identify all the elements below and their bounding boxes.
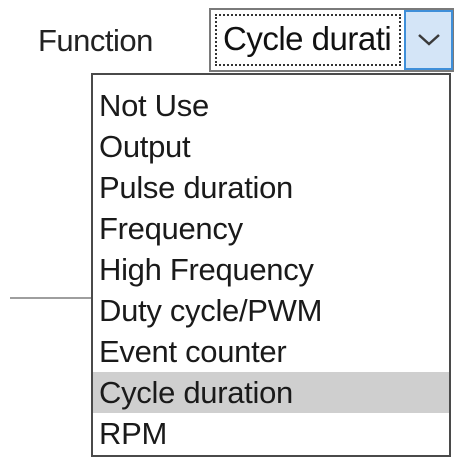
dropdown-item-duty-cycle-pwm[interactable]: Duty cycle/PWM — [93, 290, 449, 331]
function-combobox[interactable]: Cycle durati — [209, 8, 454, 72]
function-dropdown-list: Not Use Output Pulse duration Frequency … — [91, 73, 451, 457]
dropdown-item-cycle-duration[interactable]: Cycle duration — [93, 372, 449, 413]
dropdown-item-pulse-duration[interactable]: Pulse duration — [93, 167, 449, 208]
chevron-down-icon — [416, 32, 442, 48]
function-label: Function — [38, 23, 153, 58]
dropdown-item-not-use[interactable]: Not Use — [93, 85, 449, 126]
group-divider — [10, 297, 92, 299]
dropdown-item-high-frequency[interactable]: High Frequency — [93, 249, 449, 290]
dropdown-item-output[interactable]: Output — [93, 126, 449, 167]
dropdown-item-rpm[interactable]: RPM — [93, 413, 449, 454]
combo-selected-value[interactable]: Cycle durati — [215, 14, 401, 66]
dropdown-toggle-button[interactable] — [404, 10, 453, 70]
dropdown-item-frequency[interactable]: Frequency — [93, 208, 449, 249]
dropdown-item-event-counter[interactable]: Event counter — [93, 331, 449, 372]
